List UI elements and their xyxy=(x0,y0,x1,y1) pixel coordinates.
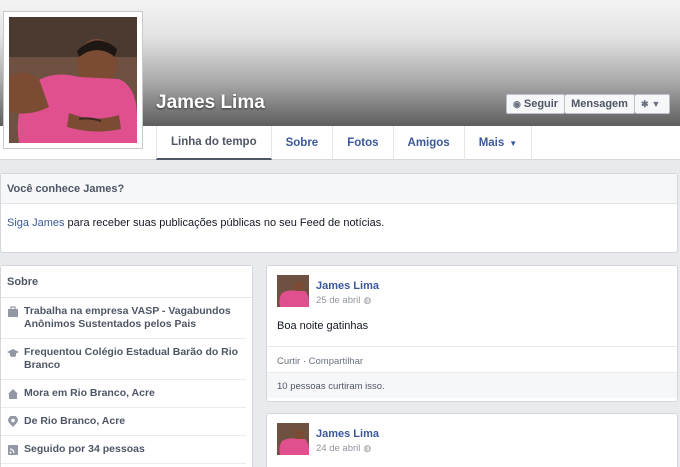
briefcase-icon xyxy=(8,306,18,317)
about-item-education[interactable]: Frequentou Colégio Estadual Barão do Rio… xyxy=(1,339,246,380)
about-item-text: De Rio Branco, Acre xyxy=(24,415,126,427)
graduation-cap-icon xyxy=(7,349,19,357)
about-box: Sobre Trabalha na empresa VASP - Vagabun… xyxy=(0,265,253,467)
know-person-text: Siga James para receber suas publicações… xyxy=(1,204,677,242)
post-likes[interactable]: 10 pessoas curtiram isso. xyxy=(267,372,677,398)
rss-icon: ◉ xyxy=(513,98,521,109)
about-item-from[interactable]: De Rio Branco, Acre xyxy=(1,408,246,436)
tab-label: Sobre xyxy=(285,137,319,149)
author-avatar[interactable] xyxy=(277,423,309,455)
tab-photos[interactable]: Fotos xyxy=(333,126,394,160)
profile-name[interactable]: James Lima xyxy=(156,92,265,114)
chevron-down-icon: ▼ xyxy=(651,99,661,109)
about-item-text: Mora em Rio Branco, Acre xyxy=(24,387,155,399)
message-label: Mensagem xyxy=(571,98,628,110)
feed-icon xyxy=(8,445,18,455)
settings-button[interactable]: ✱ ▼ xyxy=(634,94,671,114)
post-actions[interactable]: Curtir · Compartilhar xyxy=(267,346,677,372)
tab-label: Mais xyxy=(478,137,505,149)
about-item-lives[interactable]: Mora em Rio Branco, Acre xyxy=(1,380,246,408)
post-date[interactable]: 24 de abril ◍ xyxy=(316,443,379,454)
profile-photo xyxy=(9,17,137,143)
post-date[interactable]: 25 de abril ◍ xyxy=(316,295,379,306)
profile-picture[interactable] xyxy=(3,11,143,149)
house-icon xyxy=(8,389,18,399)
about-item-text: Trabalha na empresa VASP - Vagabundos An… xyxy=(24,305,231,330)
about-item-followers[interactable]: Seguido por 34 pessoas xyxy=(1,436,246,464)
message-button[interactable]: Mensagem xyxy=(565,94,635,114)
post-card: James Lima 25 de abril ◍ Boa noite gatinh… xyxy=(266,265,678,402)
tab-friends[interactable]: Amigos xyxy=(394,126,465,160)
post-author[interactable]: James Lima xyxy=(316,280,379,292)
globe-icon: ◍ xyxy=(363,443,372,453)
tab-label: Amigos xyxy=(407,137,450,149)
about-item-text: Frequentou Colégio Estadual Barão do Rio… xyxy=(24,346,239,371)
follow-label: Seguir xyxy=(523,98,559,110)
chevron-down-icon: ▼ xyxy=(509,138,518,148)
post-date-text: 24 de abril xyxy=(316,443,361,454)
post-author[interactable]: James Lima xyxy=(316,428,379,440)
location-pin-icon xyxy=(8,416,18,427)
tab-more[interactable]: Mais ▼ xyxy=(465,126,533,160)
follow-link[interactable]: Siga James xyxy=(7,217,64,229)
tab-label: Linha do tempo xyxy=(171,136,257,148)
tab-label: Fotos xyxy=(347,137,379,149)
about-item-work[interactable]: Trabalha na empresa VASP - Vagabundos An… xyxy=(1,298,246,339)
know-person-box: Você conhece James? Siga James para rece… xyxy=(0,173,678,253)
author-avatar[interactable] xyxy=(277,275,309,307)
tab-about[interactable]: Sobre xyxy=(272,126,334,160)
about-title: Sobre xyxy=(1,266,252,298)
tab-timeline[interactable]: Linha do tempo xyxy=(156,126,272,160)
know-person-description: para receber suas publicações públicas n… xyxy=(64,217,385,229)
globe-icon: ◍ xyxy=(363,295,372,305)
about-item-text: Seguido por 34 pessoas xyxy=(24,443,145,455)
profile-actions: ◉ Seguir Mensagem ✱ ▼ xyxy=(506,94,671,114)
gear-icon: ✱ xyxy=(640,98,649,109)
post-card: James Lima 24 de abril ◍ xyxy=(266,413,678,467)
follow-button[interactable]: ◉ Seguir xyxy=(506,94,566,114)
post-date-text: 25 de abril xyxy=(316,295,361,306)
post-text: Boa noite gatinhas xyxy=(277,320,369,332)
know-person-title: Você conhece James? xyxy=(1,174,677,204)
